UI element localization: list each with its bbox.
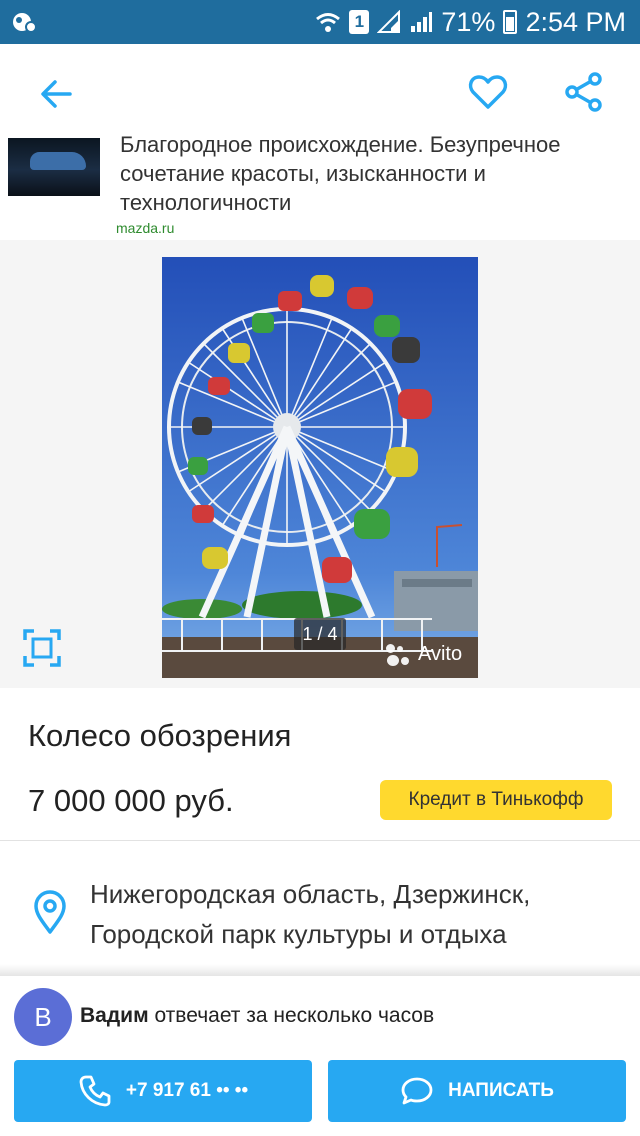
credit-button[interactable]: Кредит в Тинькофф <box>380 780 612 820</box>
sim-badge: 1 <box>349 10 370 34</box>
listing-price: 7 000 000 руб. <box>28 783 234 818</box>
car-image <box>30 152 86 170</box>
ad-text: Благородное происхождение. Безупречное с… <box>120 136 561 215</box>
share-icon[interactable] <box>562 70 606 114</box>
signal-icon-1 <box>377 10 401 33</box>
app-bar <box>0 44 640 136</box>
fullscreen-icon[interactable] <box>22 628 62 668</box>
status-bar: 1 71% 2:54 PM <box>0 0 640 44</box>
listing-photo[interactable] <box>162 257 478 678</box>
status-right: 1 71% 2:54 PM <box>315 7 626 38</box>
write-button-label: НАПИСАТЬ <box>448 1080 554 1101</box>
divider <box>0 840 640 841</box>
photo-counter: 1 / 4 <box>294 618 346 650</box>
seller-name[interactable]: Вадим <box>80 1004 149 1027</box>
ad-link[interactable]: mazda.ru <box>116 220 174 236</box>
write-button[interactable]: НАПИСАТЬ <box>328 1060 626 1122</box>
seller-info: Вадим отвечает за несколько часов <box>80 1004 434 1028</box>
ad-thumbnail <box>8 138 100 196</box>
signal-icon-2 <box>411 12 433 32</box>
avito-watermark-text: Avito <box>418 643 463 665</box>
status-left <box>12 10 38 34</box>
call-button-label: +7 917 61 •• •• <box>125 1080 249 1101</box>
ad-banner[interactable]: Благородное происхождение. Безупречное с… <box>0 136 640 240</box>
heart-icon[interactable] <box>466 70 510 114</box>
listing-address: Нижегородская область, Дзержинск, Городс… <box>90 874 530 954</box>
chat-icon <box>401 1077 433 1105</box>
arrow-left-icon[interactable] <box>34 72 78 116</box>
avito-watermark: Avito <box>386 643 462 666</box>
address-line-2: Городской парк культуры и отдыха <box>90 919 507 949</box>
wifi-icon <box>316 13 341 32</box>
avito-logo-icon <box>386 643 412 666</box>
call-button[interactable]: +7 917 61 •• •• <box>14 1060 312 1122</box>
battery-percent: 71% <box>441 6 496 37</box>
photo-gallery[interactable]: 1 / 4 Avito <box>0 240 640 688</box>
avatar[interactable]: В <box>14 988 72 1046</box>
battery-icon <box>503 10 518 34</box>
location-pin-icon <box>34 890 66 934</box>
contact-bar: В Вадим отвечает за несколько часов +7 9… <box>0 976 640 1136</box>
seller-status: отвечает за несколько часов <box>154 1004 435 1027</box>
phone-icon <box>79 1075 111 1107</box>
notification-icon <box>13 13 37 33</box>
listing-title: Колесо обозрения <box>28 718 292 753</box>
clock: 2:54 PM <box>525 6 626 37</box>
address-line-1: Нижегородская область, Дзержинск, <box>90 879 531 909</box>
contact-bar-shadow <box>0 964 640 976</box>
